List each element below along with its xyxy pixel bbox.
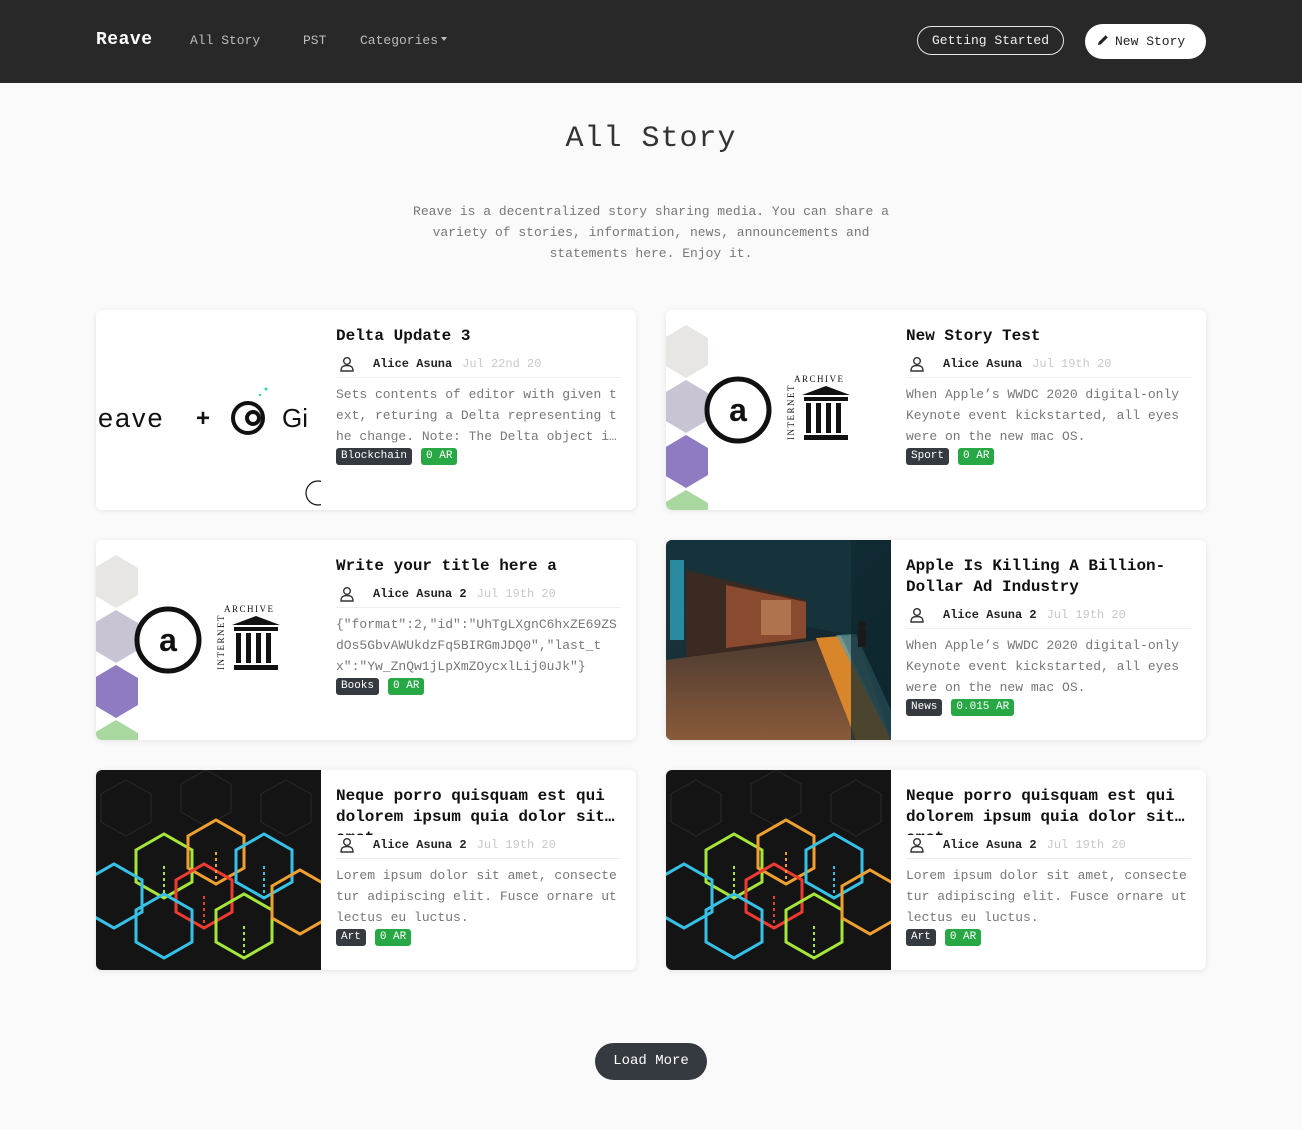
story-image-arweave-archive[interactable] [666,310,891,510]
svg-text:Gi: Gi [282,403,308,433]
price-badge: 0.015 AR [951,699,1015,716]
story-title[interactable]: Apple Is Killing A Billion-Dollar Ad Ind… [906,556,1191,605]
story-title[interactable]: New Story Test [906,326,1191,354]
nav-link-all-story[interactable]: All Story [190,33,260,48]
story-excerpt: When Apple’s WWDC 2020 digital-only Keyn… [906,387,1180,444]
story-author[interactable]: Alice Asuna 2 [943,608,1037,622]
story-card[interactable]: Write your title here a Alice Asuna 2 Ju… [96,540,636,740]
story-excerpt: When Apple’s WWDC 2020 digital-only Keyn… [906,638,1180,695]
story-card[interactable]: Apple Is Killing A Billion-Dollar Ad Ind… [666,540,1206,740]
user-icon [339,586,355,602]
story-image-arweave-archive[interactable] [96,540,321,740]
page-title: All Story [565,122,737,156]
story-excerpt: {"format":2,"id":"UhTgLXgnC6hxZE69ZSdOs5… [336,617,617,674]
story-excerpt: Sets contents of editor with given text,… [336,387,617,444]
svg-text:eave: eave [98,403,165,433]
story-author[interactable]: Alice Asuna 2 [943,838,1037,852]
user-icon [339,837,355,853]
story-image-neon-cubes[interactable] [96,770,321,970]
price-badge: 0 AR [374,929,412,946]
load-more-button[interactable]: Load More [595,1043,707,1080]
new-story-label: New Story [1115,34,1186,49]
user-icon [909,607,925,623]
price-badge: 0 AR [944,929,982,946]
category-badge[interactable]: News [906,699,943,716]
story-date: Jul 19th 20 [476,586,556,601]
page-description: Reave is a decentralized story sharing m… [413,204,889,261]
story-date: Jul 19th 20 [476,837,556,852]
story-image-subway-platform[interactable] [666,540,891,740]
story-author[interactable]: Alice Asuna 2 [373,838,467,852]
navbar: Reave All Story PST Categories Getting S… [0,0,1302,83]
story-date: Jul 19th 20 [1046,607,1126,622]
nav-link-categories[interactable]: Categories [360,33,448,48]
story-date: Jul 19th 20 [1046,837,1126,852]
story-card[interactable]: Neque porro quisquam est qui dolorem ips… [666,770,1206,970]
story-excerpt: Lorem ipsum dolor sit amet, consectetur … [336,868,617,925]
story-date: Jul 22nd 20 [462,356,542,371]
price-badge: 0 AR [388,678,425,695]
brand-logo[interactable]: Reave [96,30,153,50]
nav-link-pst[interactable]: PST [303,33,326,48]
story-title[interactable]: Neque porro quisquam est qui dolorem ips… [906,786,1191,835]
story-image-neon-cubes[interactable] [666,770,891,970]
story-title[interactable]: Write your title here a [336,556,621,584]
story-title[interactable]: Neque porro quisquam est qui dolorem ips… [336,786,621,835]
story-card[interactable]: eave + Gi Delta Update 3 Alice Asuna Jul… [96,310,636,510]
user-icon [909,837,925,853]
story-card[interactable]: New Story Test Alice Asuna Jul 19th 20 W… [666,310,1206,510]
new-story-button[interactable]: New Story [1085,24,1206,59]
category-badge[interactable]: Art [906,929,936,946]
story-author[interactable]: Alice Asuna [373,357,452,371]
category-badge[interactable]: Art [336,929,366,946]
story-author[interactable]: Alice Asuna [943,357,1022,371]
story-excerpt: Lorem ipsum dolor sit amet, consectetur … [906,868,1187,925]
category-badge[interactable]: Books [336,678,380,695]
category-badge[interactable]: Sport [906,448,950,465]
svg-text:+: + [196,405,210,432]
price-badge: 0 AR [958,448,995,465]
price-badge: 0 AR [421,448,458,465]
categories-label: Categories [360,33,439,48]
story-author[interactable]: Alice Asuna 2 [373,587,467,601]
caret-down-icon [441,37,448,41]
story-date: Jul 19th 20 [1032,356,1112,371]
story-image-reave-gitcoin[interactable]: eave + Gi [96,310,321,510]
story-card[interactable]: Neque porro quisquam est qui dolorem ips… [96,770,636,970]
getting-started-button[interactable]: Getting Started [917,26,1064,55]
category-badge[interactable]: Blockchain [336,448,413,465]
story-title[interactable]: Delta Update 3 [336,326,621,354]
user-icon [909,356,925,372]
user-icon [339,356,355,372]
pencil-icon [1098,35,1108,45]
